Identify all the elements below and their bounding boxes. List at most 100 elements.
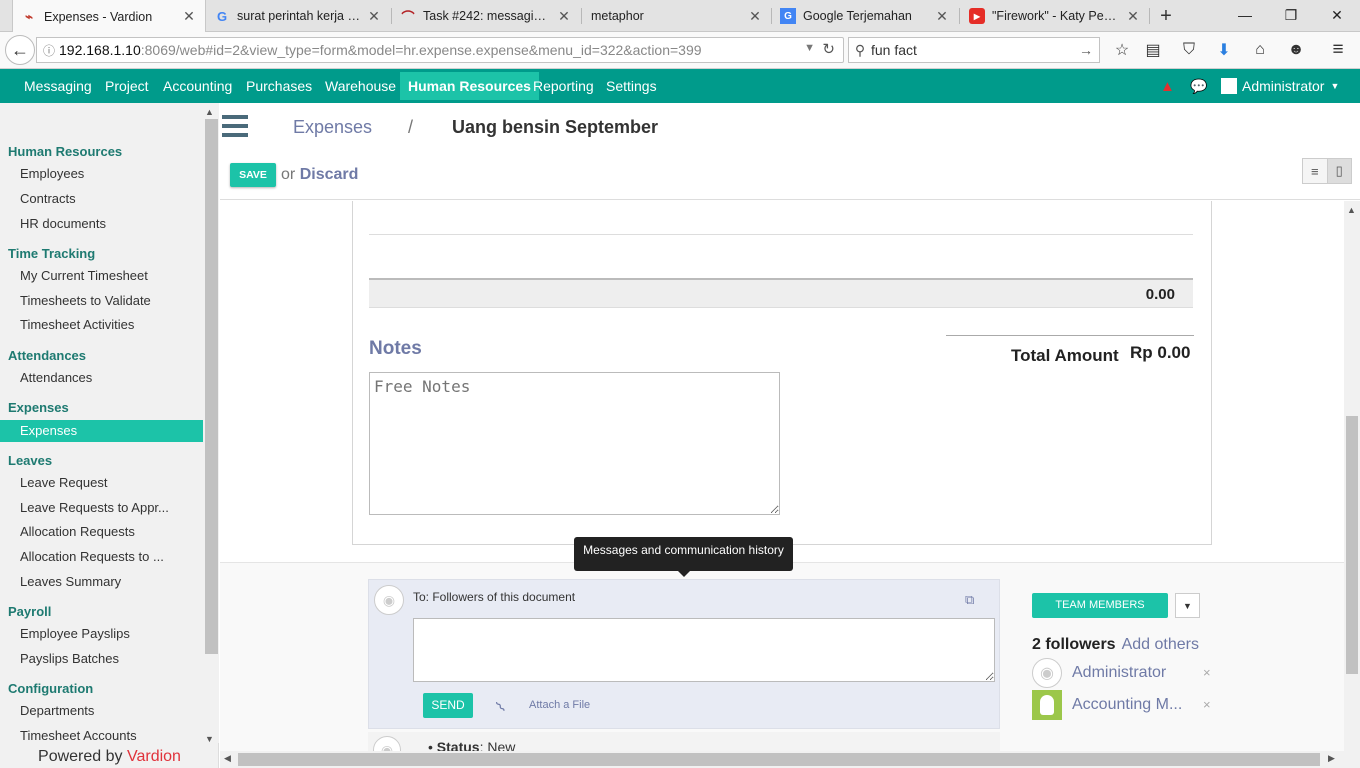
reload-icon[interactable]: ↻ <box>822 40 835 58</box>
site-info-icon[interactable]: ⓘ <box>39 42 59 59</box>
sidebar-item-departments[interactable]: Departments <box>0 700 203 722</box>
sidebar-item-contracts[interactable]: Contracts <box>0 188 203 210</box>
tab-expenses[interactable]: ⌁ Expenses - Vardion ✕ <box>12 0 206 33</box>
tab-surat[interactable]: G surat perintah kerja - ... ✕ <box>206 0 390 32</box>
tab-youtube[interactable]: ▶ "Firework" - Katy Perr... ✕ <box>961 0 1149 32</box>
url-path: :8069/web#id=2&view_type=form&model=hr.e… <box>140 42 702 58</box>
pocket-icon[interactable]: ⛉ <box>1177 38 1201 62</box>
follower-item[interactable]: ◉ Administrator <box>1032 658 1166 688</box>
sidebar-scrollbar-thumb[interactable] <box>205 119 218 654</box>
sidebar-item-employee-payslips[interactable]: Employee Payslips <box>0 623 203 645</box>
chat-icon[interactable]: ☻ <box>1284 38 1308 62</box>
powered-prefix: Powered by <box>38 748 123 765</box>
sidebar-item-allocation-requests-to[interactable]: Allocation Requests to ... <box>0 546 203 568</box>
followers-header: 2 followers Add others <box>1032 636 1199 654</box>
menu-settings[interactable]: Settings <box>598 69 665 103</box>
main-vertical-scrollbar-thumb[interactable] <box>1346 416 1358 674</box>
hamburger-menu-icon[interactable] <box>222 115 248 141</box>
scroll-up-arrow-icon[interactable]: ▲ <box>1347 205 1356 215</box>
search-bar[interactable]: ⚲ fun fact → <box>848 37 1100 63</box>
close-icon[interactable]: ✕ <box>556 8 572 25</box>
browser-tab-bar: ⌁ Expenses - Vardion ✕ G surat perintah … <box>0 0 1360 33</box>
message-composer: ◉ To: Followers of this document ⧉ SEND … <box>368 579 1000 729</box>
scroll-down-arrow-icon[interactable]: ▼ <box>205 734 214 744</box>
close-icon[interactable]: ✕ <box>181 8 197 25</box>
sidebar-item-hr-documents[interactable]: HR documents <box>0 213 203 235</box>
avatar <box>1032 690 1062 720</box>
menu-accounting[interactable]: Accounting <box>155 69 240 103</box>
tab-metaphor[interactable]: metaphor ✕ <box>583 0 771 32</box>
menu-reporting[interactable]: Reporting <box>525 69 602 103</box>
menu-human-resources[interactable]: Human Resources <box>400 72 539 100</box>
chat-bubbles-icon[interactable]: 💬 <box>1190 69 1207 103</box>
close-icon[interactable]: ✕ <box>747 8 763 25</box>
main-horizontal-scrollbar-thumb[interactable] <box>238 753 1320 766</box>
sidebar-item-attendances[interactable]: Attendances <box>0 367 203 389</box>
dropdown-arrow-icon[interactable]: ▼ <box>804 42 815 54</box>
divider <box>946 335 1194 336</box>
menu-warehouse[interactable]: Warehouse <box>317 69 404 103</box>
user-menu[interactable]: Administrator ▼ <box>1221 69 1339 103</box>
sidebar-item-timesheets-to-validate[interactable]: Timesheets to Validate <box>0 290 203 312</box>
menu-messaging[interactable]: Messaging <box>16 69 100 103</box>
save-button[interactable]: SAVE <box>230 163 276 187</box>
bookmark-star-icon[interactable]: ☆ <box>1110 38 1134 62</box>
sidebar-item-leave-requests-to-approve[interactable]: Leave Requests to Appr... <box>0 497 203 519</box>
sidebar-item-allocation-requests[interactable]: Allocation Requests <box>0 521 203 543</box>
new-tab-icon[interactable]: + <box>1154 4 1178 28</box>
list-view-icon[interactable]: ≡ <box>1303 159 1327 183</box>
search-input[interactable]: fun fact <box>871 42 917 58</box>
close-icon[interactable]: ✕ <box>366 8 382 25</box>
remove-follower-icon[interactable]: × <box>1203 665 1211 680</box>
divider <box>369 234 1193 235</box>
expand-composer-icon[interactable]: ⧉ <box>965 592 974 608</box>
sidebar-item-expenses[interactable]: Expenses <box>0 420 203 442</box>
back-arrow-icon[interactable]: ← <box>5 35 35 65</box>
menu-project[interactable]: Project <box>97 69 157 103</box>
scroll-up-arrow-icon[interactable]: ▲ <box>205 107 214 117</box>
menu-purchases[interactable]: Purchases <box>238 69 320 103</box>
tab-translate[interactable]: G Google Terjemahan ✕ <box>772 0 958 32</box>
remove-follower-icon[interactable]: × <box>1203 697 1211 712</box>
hamburger-menu-icon[interactable]: ≡ <box>1326 38 1350 62</box>
sidebar-item-payslips-batches[interactable]: Payslips Batches <box>0 648 203 670</box>
tab-task[interactable]: ⌒ Task #242: messaging ... ✕ <box>392 0 580 32</box>
scroll-left-arrow-icon[interactable]: ◀ <box>224 753 231 764</box>
close-icon[interactable]: ✕ <box>934 8 950 25</box>
breadcrumb-separator: / <box>408 117 414 137</box>
home-icon[interactable]: ⌂ <box>1248 38 1272 62</box>
search-go-icon[interactable]: → <box>1079 42 1093 58</box>
url-bar[interactable]: ⓘ 192.168.1.10:8069/web#id=2&view_type=f… <box>36 37 844 63</box>
message-input[interactable] <box>413 618 995 682</box>
follower-name[interactable]: Accounting M... <box>1072 696 1182 714</box>
team-members-button[interactable]: TEAM MEMBERS <box>1032 593 1168 618</box>
sidebar-item-leave-request[interactable]: Leave Request <box>0 472 203 494</box>
attach-file-link[interactable]: Attach a File <box>529 699 590 711</box>
follower-name[interactable]: Administrator <box>1072 664 1166 682</box>
reading-list-icon[interactable]: ▤ <box>1141 38 1165 62</box>
sidebar-item-timesheet-activities[interactable]: Timesheet Activities <box>0 314 203 336</box>
send-button[interactable]: SEND <box>423 693 473 718</box>
window-close-icon[interactable]: ✕ <box>1314 0 1360 30</box>
downloads-icon[interactable]: ⬇ <box>1212 38 1236 62</box>
avatar <box>1221 78 1237 94</box>
discard-button[interactable]: Discard <box>300 166 359 183</box>
minimize-icon[interactable]: — <box>1222 0 1268 30</box>
close-icon[interactable]: ✕ <box>1125 8 1141 25</box>
tab-title: "Firework" - Katy Perr... <box>992 9 1119 23</box>
powered-brand[interactable]: Vardion <box>127 748 181 765</box>
follower-item[interactable]: Accounting M... <box>1032 690 1182 720</box>
sidebar-item-timesheet-accounts[interactable]: Timesheet Accounts <box>0 725 203 747</box>
breadcrumb-expenses[interactable]: Expenses <box>293 117 372 138</box>
caret-down-icon[interactable]: ▼ <box>1175 593 1200 618</box>
sidebar-item-employees[interactable]: Employees <box>0 163 203 185</box>
maximize-icon[interactable]: ❐ <box>1268 0 1314 30</box>
scroll-right-arrow-icon[interactable]: ▶ <box>1328 753 1335 764</box>
paperclip-icon[interactable]: ⌇ <box>492 698 510 717</box>
form-view-icon[interactable]: ▯ <box>1326 159 1351 183</box>
sidebar-item-leaves-summary[interactable]: Leaves Summary <box>0 571 203 593</box>
warning-icon[interactable]: ▲ <box>1160 69 1175 103</box>
notes-field[interactable] <box>369 372 780 515</box>
add-others-link[interactable]: Add others <box>1122 636 1199 653</box>
sidebar-item-my-current-timesheet[interactable]: My Current Timesheet <box>0 265 203 287</box>
